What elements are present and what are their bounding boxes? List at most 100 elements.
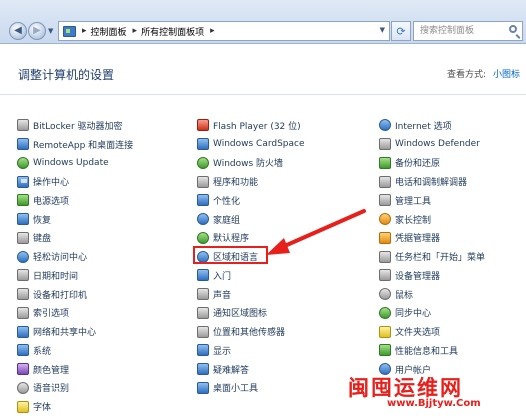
header-divider xyxy=(0,94,526,95)
item-display[interactable]: 显示 xyxy=(197,341,305,360)
item-ease-of-access[interactable]: 轻松访问中心 xyxy=(17,247,133,266)
item-label: 位置和其他传感器 xyxy=(213,328,286,339)
item-devices-printers[interactable]: 设备和打印机 xyxy=(17,285,133,304)
display-icon xyxy=(197,344,209,357)
search-input[interactable]: 搜索控制面板 xyxy=(413,21,523,41)
ease-of-access-icon xyxy=(17,250,29,263)
item-notification-icons[interactable]: 通知区域图标 xyxy=(197,304,305,323)
taskbar-start-icon xyxy=(379,250,391,263)
breadcrumb-control-panel[interactable]: 控制面板 xyxy=(91,25,127,38)
item-desktop-gadgets[interactable]: 桌面小工具 xyxy=(197,379,305,398)
item-label: 电源选项 xyxy=(33,196,70,207)
address-bar[interactable]: ▸ 控制面板 ▸ 所有控制面板项 ▸ ▼ xyxy=(58,21,390,41)
item-label: 字体 xyxy=(33,403,52,414)
recent-pages-dropdown-icon[interactable]: ▼ xyxy=(48,27,53,35)
items-column-3: Internet 选项 Windows Defender 备份和还原 电话和调制… xyxy=(379,116,485,379)
refresh-button[interactable]: ⟳ xyxy=(391,21,411,41)
item-color-management[interactable]: 颜色管理 xyxy=(17,360,133,379)
item-power-options[interactable]: 电源选项 xyxy=(17,191,133,210)
item-label: Windows Update xyxy=(33,157,109,168)
item-bitlocker[interactable]: BitLocker 驱动器加密 xyxy=(17,116,133,135)
item-label: 设备管理器 xyxy=(395,271,441,282)
getting-started-icon xyxy=(197,269,209,282)
forward-button[interactable]: ▶ xyxy=(28,22,46,40)
item-label: BitLocker 驱动器加密 xyxy=(33,121,123,132)
item-fonts[interactable]: 字体 xyxy=(17,397,133,416)
item-folder-options[interactable]: 文件夹选项 xyxy=(379,322,485,341)
page-title: 调整计算机的设置 xyxy=(18,68,115,82)
item-internet-options[interactable]: Internet 选项 xyxy=(379,116,485,135)
item-keyboard[interactable]: 键盘 xyxy=(17,229,133,248)
breadcrumb-separator-icon[interactable]: ▸ xyxy=(210,26,215,36)
keyboard-icon xyxy=(17,231,29,244)
item-label: 任务栏和「开始」菜单 xyxy=(395,253,486,264)
item-indexing[interactable]: 索引选项 xyxy=(17,304,133,323)
item-label: Windows Defender xyxy=(395,139,480,150)
address-toolbar: ◀ ▶ ▼ ▸ 控制面板 ▸ 所有控制面板项 ▸ ▼ ⟳ 搜索控制面板 xyxy=(0,0,526,44)
item-windows-update[interactable]: Windows Update xyxy=(17,154,133,173)
item-sound[interactable]: 声音 xyxy=(197,285,305,304)
item-label: 凭据管理器 xyxy=(395,234,441,245)
item-label: 备份和还原 xyxy=(395,159,441,170)
item-speech-recognition[interactable]: 语音识别 xyxy=(17,379,133,398)
troubleshooting-icon xyxy=(197,363,209,376)
item-performance[interactable]: 性能信息和工具 xyxy=(379,341,485,360)
recovery-icon xyxy=(17,213,29,226)
item-label: 网络和共享中心 xyxy=(33,328,97,339)
item-admin-tools[interactable]: 管理工具 xyxy=(379,191,485,210)
item-getting-started[interactable]: 入门 xyxy=(197,266,305,285)
item-network-sharing[interactable]: 网络和共享中心 xyxy=(17,322,133,341)
back-button[interactable]: ◀ xyxy=(9,22,27,40)
item-recovery[interactable]: 恢复 xyxy=(17,210,133,229)
breadcrumb-separator-icon[interactable]: ▸ xyxy=(133,26,138,36)
cardspace-icon xyxy=(197,138,209,151)
windows-defender-icon xyxy=(379,138,391,151)
item-label: 家长控制 xyxy=(395,215,432,226)
address-dropdown-icon[interactable]: ▼ xyxy=(380,26,385,34)
admin-tools-icon xyxy=(379,194,391,207)
breadcrumb-separator-icon[interactable]: ▸ xyxy=(82,26,87,36)
search-icon[interactable] xyxy=(509,25,517,33)
item-label: Windows 防火墙 xyxy=(213,159,284,170)
item-label: 设备和打印机 xyxy=(33,290,88,301)
item-programs-features[interactable]: 程序和功能 xyxy=(197,172,305,191)
item-cardspace[interactable]: Windows CardSpace xyxy=(197,135,305,154)
item-credential-manager[interactable]: 凭据管理器 xyxy=(379,229,485,248)
notification-icons-icon xyxy=(197,306,209,319)
item-backup-restore[interactable]: 备份和还原 xyxy=(379,154,485,173)
item-flash-player[interactable]: Flash Player (32 位) xyxy=(197,116,305,135)
speech-recognition-icon xyxy=(17,381,29,394)
item-personalization[interactable]: 个性化 xyxy=(197,191,305,210)
item-label: 操作中心 xyxy=(33,178,70,189)
item-location-sensors[interactable]: 位置和其他传感器 xyxy=(197,322,305,341)
item-remoteapp[interactable]: RemoteApp 和桌面连接 xyxy=(17,135,133,154)
view-mode-dropdown[interactable]: 小图标 xyxy=(493,67,520,80)
item-mouse[interactable]: 鼠标 xyxy=(379,285,485,304)
item-label: Flash Player (32 位) xyxy=(213,121,301,132)
breadcrumb-all-items[interactable]: 所有控制面板项 xyxy=(141,25,204,38)
system-icon xyxy=(17,344,29,357)
item-troubleshooting[interactable]: 疑难解答 xyxy=(197,360,305,379)
item-label: 恢复 xyxy=(33,215,52,226)
item-firewall[interactable]: Windows 防火墙 xyxy=(197,154,305,173)
item-date-time[interactable]: 日期和时间 xyxy=(17,266,133,285)
item-system[interactable]: 系统 xyxy=(17,341,133,360)
color-management-icon xyxy=(17,363,29,376)
items-column-1: BitLocker 驱动器加密 RemoteApp 和桌面连接 Windows … xyxy=(17,116,133,416)
default-programs-icon xyxy=(197,231,209,244)
network-sharing-icon xyxy=(17,325,29,338)
item-sync-center[interactable]: 同步中心 xyxy=(379,304,485,323)
item-phone-modem[interactable]: 电话和调制解调器 xyxy=(379,172,485,191)
item-taskbar-start[interactable]: 任务栏和「开始」菜单 xyxy=(379,247,485,266)
flash-player-icon xyxy=(197,119,209,132)
item-device-manager[interactable]: 设备管理器 xyxy=(379,266,485,285)
date-time-icon xyxy=(17,269,29,282)
indexing-icon xyxy=(17,306,29,319)
item-label: 程序和功能 xyxy=(213,178,259,189)
windows-update-icon xyxy=(17,156,29,169)
parental-controls-icon xyxy=(379,213,391,226)
item-windows-defender[interactable]: Windows Defender xyxy=(379,135,485,154)
programs-features-icon xyxy=(197,175,209,188)
item-parental-controls[interactable]: 家长控制 xyxy=(379,210,485,229)
item-action-center[interactable]: 操作中心 xyxy=(17,172,133,191)
